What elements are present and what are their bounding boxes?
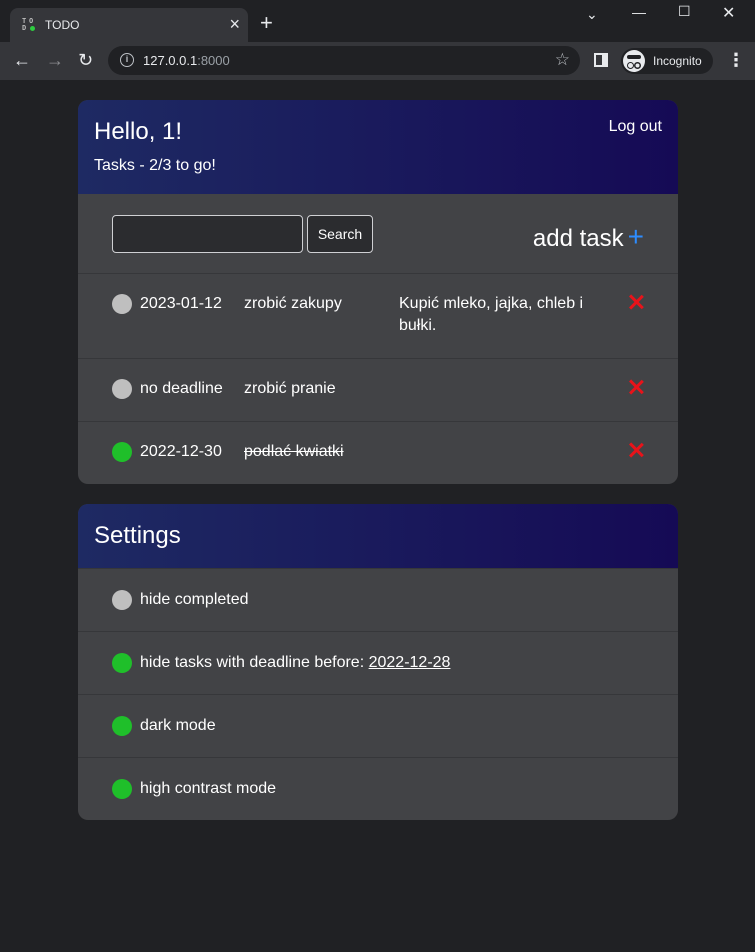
task-deadline: 2023-01-12 [140,295,222,312]
task-title: podlać kwiatki [244,443,344,460]
task-status-toggle[interactable] [112,294,132,314]
favicon-letter: O [29,17,34,25]
setting-toggle[interactable] [112,716,132,736]
add-task-button[interactable]: add task + [533,221,644,253]
search-row: Search add task + [78,194,678,273]
maximize-icon[interactable]: ☐ [678,3,691,20]
settings-header: Settings [78,504,678,568]
incognito-label: Incognito [653,54,702,68]
minimize-icon[interactable]: — [632,4,646,20]
reload-icon[interactable]: ↻ [78,50,93,70]
setting-toggle[interactable] [112,590,132,610]
setting-label: high contrast mode [140,780,277,797]
task-row: 2023-01-12 zrobić zakupy Kupić mleko, ja… [78,273,678,358]
url-host: 127.0.0.1 [143,53,198,68]
search-button[interactable]: Search [307,215,373,253]
search-input[interactable] [112,215,303,253]
favicon-letter: D [22,24,27,32]
setting-row: high contrast mode [78,757,678,820]
task-description: Kupić mleko, jajka, chleb i bułki. [399,295,584,334]
url-text: 127.0.0.1:8000 [143,53,230,68]
task-status-toggle[interactable] [112,442,132,462]
forward-icon[interactable]: → [46,50,64,70]
task-progress: Tasks - 2/3 to go! [94,157,216,174]
setting-toggle[interactable] [112,653,132,673]
setting-row: hide completed [78,568,678,631]
browser-titlebar: T O D TODO × + ⌄ — ☐ ✕ [0,0,755,42]
bookmark-star-icon[interactable]: ☆ [555,50,570,70]
close-window-icon[interactable]: ✕ [722,3,735,23]
incognito-badge[interactable]: Incognito [621,48,713,74]
address-bar[interactable]: i 127.0.0.1:8000 ☆ [108,46,580,75]
tasks-header: Hello, 1! Tasks - 2/3 to go! Log out [78,100,678,194]
logout-link[interactable]: Log out [609,118,662,136]
tasks-card: Hello, 1! Tasks - 2/3 to go! Log out Sea… [78,100,678,484]
todo-favicon-icon: T O D [22,18,36,32]
plus-icon: + [627,221,644,252]
setting-label: hide tasks with deadline before: [140,654,369,671]
setting-label-with-date: hide tasks with deadline before: 2022-12… [140,654,450,672]
back-icon[interactable]: ← [13,50,31,70]
task-row: 2022-12-30 podlać kwiatki [78,421,678,484]
setting-toggle[interactable] [112,779,132,799]
site-info-icon[interactable]: i [120,53,134,67]
setting-label: dark mode [140,717,216,734]
setting-label: hide completed [140,591,249,608]
task-row: no deadline zrobić pranie [78,358,678,421]
setting-row: hide tasks with deadline before: 2022-12… [78,631,678,694]
deadline-date-link[interactable]: 2022-12-28 [369,654,451,671]
task-status-toggle[interactable] [112,379,132,399]
add-task-label: add task [532,225,624,252]
delete-task-icon[interactable] [626,292,646,312]
settings-title: Settings [94,522,181,549]
delete-task-icon[interactable] [626,377,646,397]
new-tab-icon[interactable]: + [260,12,273,34]
tab-title: TODO [45,18,80,32]
tab-close-icon[interactable]: × [229,14,240,34]
url-port: :8000 [197,53,230,68]
setting-row: dark mode [78,694,678,757]
browser-toolbar: ← → ↻ i 127.0.0.1:8000 ☆ Incognito ⋮ [0,42,755,80]
delete-task-icon[interactable] [626,440,646,460]
task-deadline: 2022-12-30 [140,443,222,460]
tab-search-chevron-icon[interactable]: ⌄ [586,6,598,23]
favicon-dot [30,26,35,31]
greeting: Hello, 1! [94,118,183,145]
settings-card: Settings hide completed hide tasks with … [78,504,678,820]
side-panel-icon[interactable] [594,53,608,67]
browser-tab[interactable]: T O D TODO × [10,8,248,42]
task-title: zrobić pranie [244,380,336,397]
browser-menu-icon[interactable]: ⋮ [727,50,745,70]
incognito-icon [623,50,645,72]
task-title: zrobić zakupy [244,295,342,312]
task-deadline: no deadline [140,380,223,397]
